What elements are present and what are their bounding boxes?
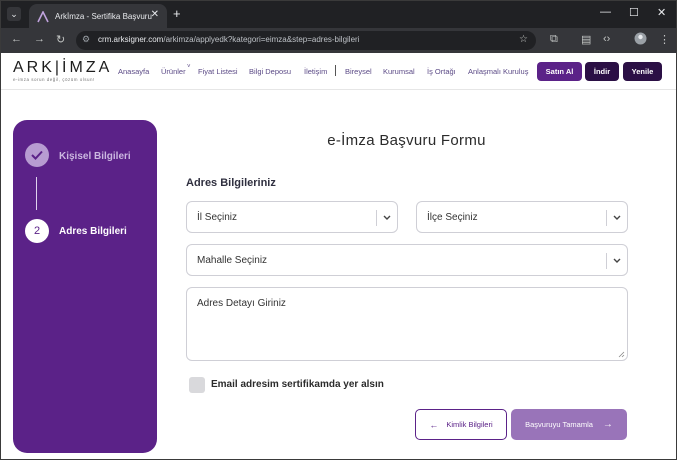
address-bar[interactable]: ⚙ crm.arksigner.com/arkimza/applyedk?kat… (76, 31, 536, 50)
maximize-icon[interactable]: ☐ (629, 6, 639, 19)
back-arrow-icon[interactable]: ← (11, 33, 22, 45)
province-placeholder: İl Seçiniz (197, 212, 238, 223)
step-1-check-icon (25, 143, 49, 167)
new-tab-button[interactable]: + (173, 6, 181, 21)
complete-application-button[interactable]: Başvuruyu Tamamla → (511, 409, 627, 440)
chevron-down-icon: ˅ (187, 64, 191, 70)
select-divider (606, 253, 607, 269)
nav-anlasmali-kurulus[interactable]: Anlaşmalı Kuruluş (468, 67, 528, 76)
resize-grip-icon[interactable] (618, 351, 625, 358)
browser-tab[interactable]: Arkİmza - Sertifika Başvuru ✕ (29, 4, 167, 28)
menu-kebab-icon[interactable]: ⋮ (659, 33, 670, 46)
back-button-label: Kimlik Bilgileri (446, 420, 493, 429)
reload-icon[interactable]: ↻ (56, 33, 65, 46)
logo-text: ARK|İMZA (13, 59, 113, 76)
window-close-icon[interactable]: ✕ (657, 6, 666, 19)
select-divider (376, 210, 377, 226)
district-placeholder: İlçe Seçiniz (427, 212, 478, 223)
step-2-label: Adres Bilgileri (59, 226, 127, 237)
neighborhood-select[interactable]: Mahalle Seçiniz (186, 244, 628, 276)
tab-search-button[interactable]: ⌄ (7, 7, 21, 21)
buy-button[interactable]: Satın Al (537, 62, 582, 81)
email-checkbox-label[interactable]: Email adresim sertifikamda yer alsın (211, 379, 384, 390)
tab-strip: ⌄ Arkİmza - Sertifika Başvuru ✕ + — ☐ ✕ (1, 1, 676, 28)
renew-button[interactable]: Yenile (623, 62, 662, 81)
browser-toolbar: ← → ↻ ⚙ crm.arksigner.com/arkimza/applye… (1, 28, 676, 53)
province-select[interactable]: İl Seçiniz (186, 201, 398, 233)
reading-mode-icon[interactable]: ▤ (581, 33, 591, 46)
address-detail-textarea[interactable]: Adres Detayı Giriniz (186, 287, 628, 361)
application-stepper: Kişisel Bilgileri 2 Adres Bilgileri (13, 120, 157, 453)
arkimza-logo[interactable]: ARK|İMZA e-imza sorun değil, çözüm olsun… (13, 59, 112, 82)
arrow-right-icon: → (602, 419, 613, 430)
extensions-icon[interactable]: ⧉ (550, 33, 558, 46)
nav-divider (335, 65, 336, 76)
chevron-down-icon (383, 215, 391, 220)
step-2-number: 2 (25, 219, 49, 243)
form-title: e-İmza Başvuru Formu (327, 132, 486, 149)
district-select[interactable]: İlçe Seçiniz (416, 201, 628, 233)
tab-close-icon[interactable]: ✕ (151, 9, 159, 20)
step-1-label[interactable]: Kişisel Bilgileri (59, 151, 131, 162)
neighborhood-placeholder: Mahalle Seçiniz (197, 255, 268, 266)
nav-fiyat-listesi[interactable]: Fiyat Listesi (198, 67, 238, 76)
site-header: ARK|İMZA e-imza sorun değil, çözüm olsun… (1, 53, 676, 90)
tab-title: Arkİmza - Sertifika Başvuru (55, 11, 152, 21)
download-button[interactable]: İndir (585, 62, 619, 81)
nav-kurumsal[interactable]: Kurumsal (383, 67, 415, 76)
submit-button-label: Başvuruyu Tamamla (525, 420, 593, 429)
address-placeholder: Adres Detayı Giriniz (197, 298, 286, 309)
nav-iletisim[interactable]: İletişim (304, 67, 327, 76)
nav-urunler[interactable]: Ürünler (161, 67, 186, 76)
browser-window: ⌄ Arkİmza - Sertifika Başvuru ✕ + — ☐ ✕ … (0, 0, 677, 460)
site-info-icon[interactable]: ⚙ (82, 34, 90, 45)
nav-bilgi-deposu[interactable]: Bilgi Deposu (249, 67, 291, 76)
devtools-icon[interactable]: ‹› (603, 33, 610, 45)
back-to-identity-button[interactable]: ← Kimlik Bilgileri (415, 409, 507, 440)
select-divider (606, 210, 607, 226)
section-title: Adres Bilgileriniz (186, 177, 276, 189)
profile-avatar-icon[interactable] (634, 32, 647, 48)
email-checkbox[interactable] (189, 377, 205, 393)
nav-is-ortagi[interactable]: İş Ortağı (427, 67, 456, 76)
nav-bireysel[interactable]: Bireysel (345, 67, 372, 76)
forward-arrow-icon[interactable]: → (34, 33, 45, 45)
minimize-icon[interactable]: — (600, 6, 611, 18)
chevron-down-icon (613, 258, 621, 263)
bookmark-star-icon[interactable]: ☆ (519, 34, 528, 45)
arrow-left-icon: ← (429, 419, 439, 430)
logo-tagline: e-imza sorun değil, çözüm olsun! (13, 77, 95, 82)
chevron-down-icon (613, 215, 621, 220)
step-connector (36, 177, 37, 210)
arkimza-favicon-icon (37, 10, 49, 23)
url-text: crm.arksigner.com/arkimza/applyedk?kateg… (98, 35, 360, 44)
nav-anasayfa[interactable]: Anasayfa (118, 67, 149, 76)
